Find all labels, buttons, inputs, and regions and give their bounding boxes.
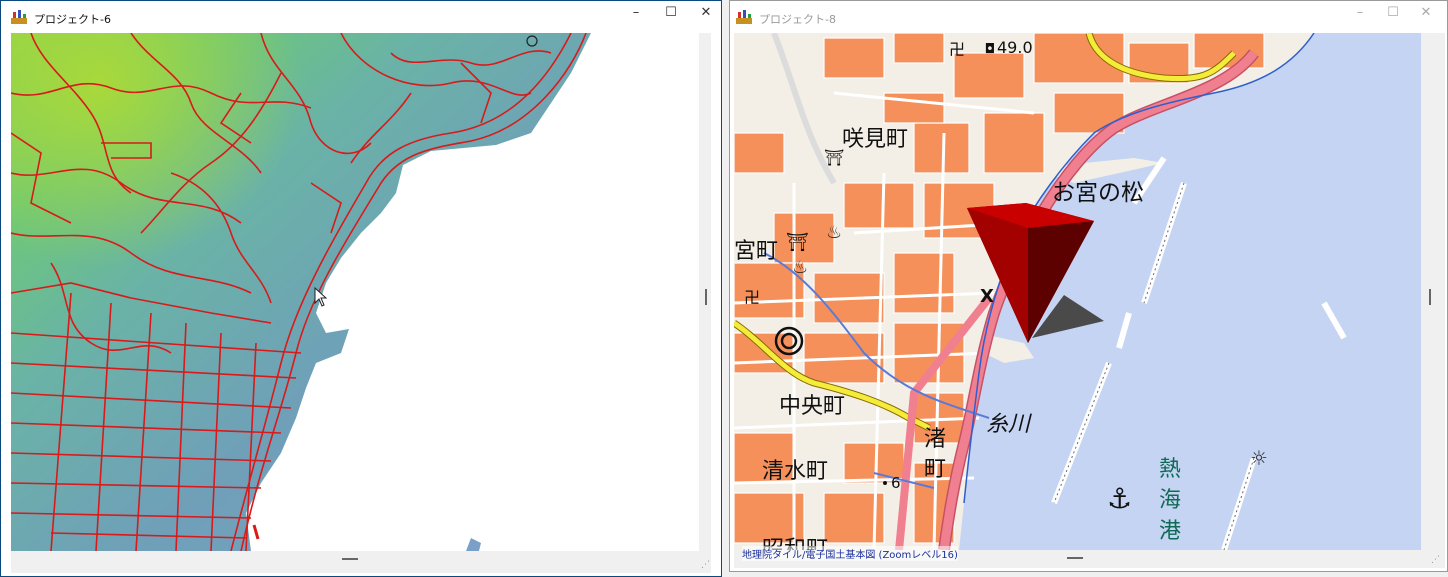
maximize-button[interactable]: ☐ xyxy=(656,3,686,25)
project-6-window[interactable]: プロジェクト-6 – ☐ ✕ ⋰ xyxy=(0,0,722,577)
place-label-chuocho: 中央町 xyxy=(779,394,846,419)
temple-icon: 卍 xyxy=(744,288,760,307)
harbor-label-3: 港 xyxy=(1159,519,1182,544)
title-bar[interactable]: プロジェクト-8 – ☐ ✕ xyxy=(730,1,1447,31)
close-button[interactable]: ✕ xyxy=(1411,3,1441,25)
resize-grip[interactable]: ⋰ xyxy=(1431,555,1443,567)
topographic-map[interactable]: ◘ 卍 卍 ⛩ ⛩ ♨ ♨ ⚓ ☼ xyxy=(734,33,1421,550)
app-icon xyxy=(11,10,27,24)
place-label-miyamachi: 宮町 xyxy=(734,239,779,264)
lighthouse-icon: ☼ xyxy=(1250,446,1268,470)
elevation-road-map[interactable] xyxy=(11,33,699,551)
client-area: ◘ 卍 卍 ⛩ ⛩ ♨ ♨ ⚓ ☼ 49.0 咲見町 お宮の松 宮町 中央町 糸… xyxy=(734,33,1445,568)
place-label-nagisa-1: 渚 xyxy=(924,427,947,452)
minimize-button[interactable]: – xyxy=(1345,3,1375,25)
close-button[interactable]: ✕ xyxy=(691,3,721,25)
elevation-label: 49.0 xyxy=(997,38,1033,57)
client-area: ⋰ xyxy=(11,33,711,573)
shrine-icon: ⛩ xyxy=(786,232,809,253)
app-icon xyxy=(736,10,752,24)
mouse-cursor-icon xyxy=(314,287,328,307)
place-label-shimizucho: 清水町 xyxy=(762,459,829,484)
vertical-splitter[interactable] xyxy=(705,289,707,305)
horizontal-splitter[interactable] xyxy=(342,558,358,560)
vertical-splitter[interactable] xyxy=(1429,289,1431,305)
place-label-omiyanomatsu: お宮の松 xyxy=(1052,180,1144,206)
title-bar[interactable]: プロジェクト-6 – ☐ ✕ xyxy=(1,1,721,31)
minimize-button[interactable]: – xyxy=(621,3,651,25)
maximize-button[interactable]: ☐ xyxy=(1378,3,1408,25)
map-credit: 地理院タイル/電子国土基本図 (Zoomレベル16) xyxy=(742,546,958,561)
police-box-label: X xyxy=(980,286,994,307)
window-title: プロジェクト-6 xyxy=(34,13,111,26)
temple-icon: 卍 xyxy=(949,40,965,59)
river-label-itokawa: 糸川 xyxy=(986,412,1031,437)
hot-spring-icon: ♨ xyxy=(792,257,808,278)
benchmark-marker: ◘ xyxy=(985,42,994,57)
harbor-label-1: 熱 xyxy=(1159,457,1182,482)
anchor-icon: ⚓ xyxy=(1107,482,1132,515)
project-8-window[interactable]: プロジェクト-8 – ☐ ✕ ◘ 卍 卍 ⛩ ⛩ ♨ ♨ ⚓ ☼ 49.0 咲見… xyxy=(729,0,1448,572)
resize-grip[interactable]: ⋰ xyxy=(701,560,711,572)
place-label-sakimicho: 咲見町 xyxy=(842,127,909,152)
place-label-nagisa-2: 町 xyxy=(924,457,947,482)
window-title: プロジェクト-8 xyxy=(759,13,836,26)
hot-spring-icon: ♨ xyxy=(826,222,842,243)
horizontal-splitter[interactable] xyxy=(1067,557,1083,559)
harbor-label-2: 海 xyxy=(1159,488,1182,513)
spot-height-label: 6 xyxy=(891,474,901,492)
